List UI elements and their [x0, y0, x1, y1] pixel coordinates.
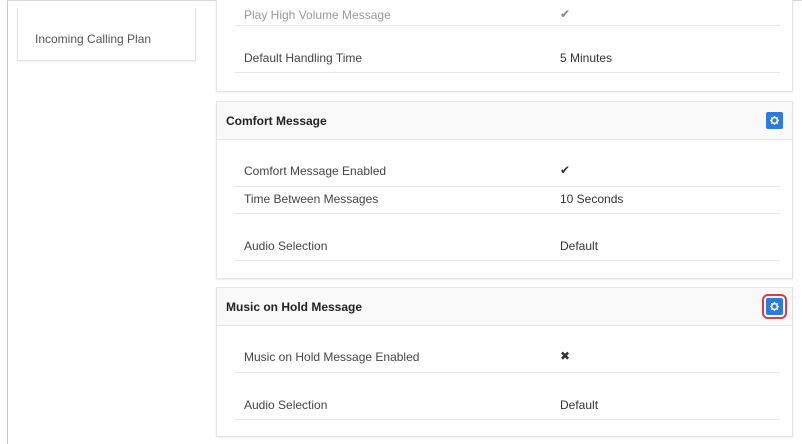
setting-label: Music on Hold Message Enabled	[244, 350, 420, 364]
setting-label: Audio Selection	[244, 239, 328, 253]
setting-row-audio-selection: Audio Selection Default	[235, 373, 780, 420]
music-on-hold-card: Music on Hold Message Music on Hold Mess…	[216, 287, 793, 437]
setting-label: Play High Volume Message	[244, 8, 391, 22]
card-title: Comfort Message	[226, 114, 327, 128]
music-on-hold-settings-button[interactable]	[762, 294, 787, 319]
card-title: Music on Hold Message	[226, 300, 363, 314]
setting-value: 10 Seconds	[560, 192, 624, 206]
comfort-message-card: Comfort Message Comfort Message Enabled …	[216, 101, 793, 279]
setting-row-comfort-enabled: Comfort Message Enabled ✔	[235, 149, 780, 187]
cross-icon: ✖	[560, 349, 571, 363]
setting-row-time-between-messages: Time Between Messages 10 Seconds	[235, 187, 780, 214]
window-left-border	[7, 0, 8, 444]
gear-icon	[770, 116, 779, 125]
check-icon: ✔	[560, 7, 571, 21]
setting-row-music-on-hold-enabled: Music on Hold Message Enabled ✖	[235, 335, 780, 373]
setting-label: Default Handling Time	[244, 51, 363, 65]
setting-row-audio-selection: Audio Selection Default	[235, 214, 780, 261]
comfort-settings-button[interactable]	[766, 112, 783, 129]
card-header: Comfort Message	[217, 102, 792, 140]
sidebar-item-incoming-calling-plan[interactable]: Incoming Calling Plan	[35, 32, 151, 46]
check-icon: ✔	[560, 163, 571, 177]
setting-label: Time Between Messages	[244, 192, 379, 206]
setting-row-default-handling-time: Default Handling Time 5 Minutes	[235, 26, 780, 73]
setting-row-play-high-volume: Play High Volume Message ✔	[235, 0, 780, 26]
sidebar: Incoming Calling Plan	[17, 8, 196, 61]
setting-label: Audio Selection	[244, 398, 328, 412]
setting-value: 5 Minutes	[560, 51, 613, 65]
general-settings-card: Play High Volume Message ✔ Default Handl…	[216, 0, 793, 92]
setting-value: Default	[560, 398, 599, 412]
gear-icon	[770, 302, 779, 311]
setting-label: Comfort Message Enabled	[244, 164, 387, 178]
card-header: Music on Hold Message	[217, 288, 792, 326]
setting-value: Default	[560, 239, 599, 253]
